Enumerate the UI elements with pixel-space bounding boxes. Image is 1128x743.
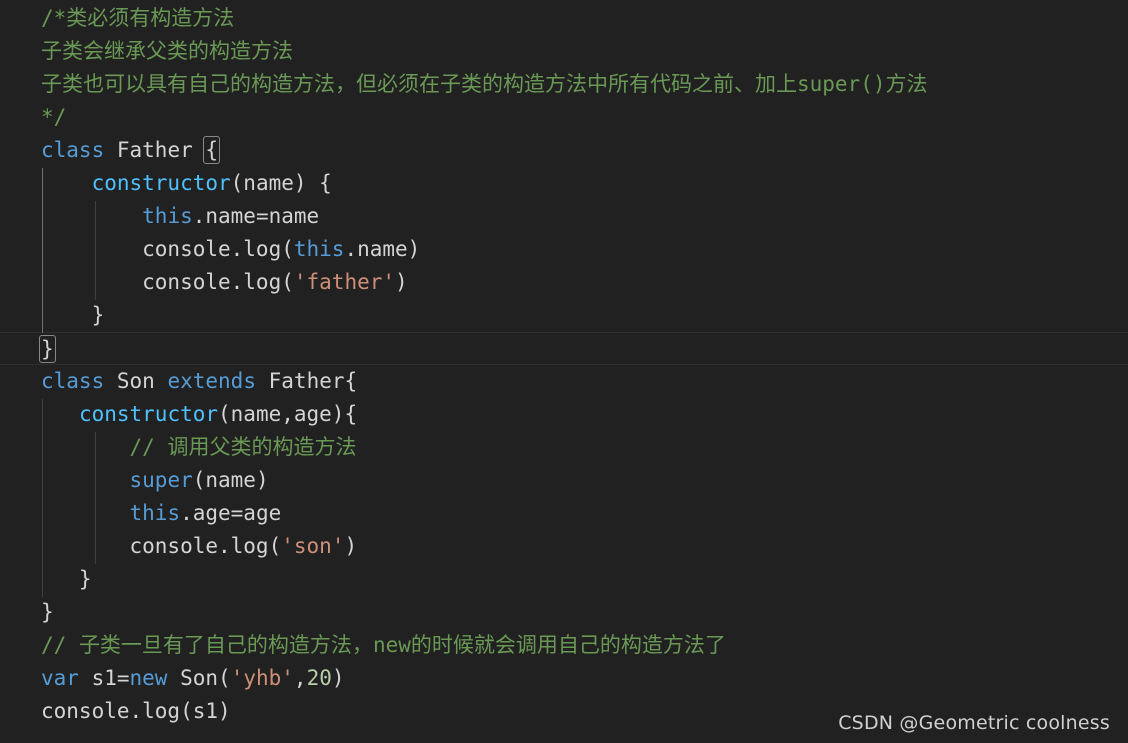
- code-line[interactable]: // 调用父类的构造方法: [0, 431, 1128, 464]
- csdn-watermark: CSDN @Geometric coolness: [838, 712, 1110, 734]
- code-line[interactable]: console.log('father'): [0, 266, 1128, 299]
- code-line[interactable]: super(name): [0, 464, 1128, 497]
- code-token-plain: ): [331, 666, 345, 690]
- code-token-plain: console.log(: [41, 237, 294, 261]
- code-token-plain: (name) {: [230, 171, 332, 195]
- code-token-comment: 类必须有构造方法: [66, 6, 235, 30]
- code-token-comment: super(): [797, 72, 886, 96]
- code-token-keyword: class: [41, 138, 105, 162]
- code-token-string: 'yhb': [230, 666, 294, 690]
- code-token-plain: (name): [192, 468, 269, 492]
- code-token-keyword: class: [41, 369, 105, 393]
- code-token-function: constructor: [78, 402, 219, 426]
- code-line[interactable]: 子类也可以具有自己的构造方法，但必须在子类的构造方法中所有代码之前、加上supe…: [0, 68, 1128, 101]
- code-token-comment: //: [41, 633, 79, 657]
- code-line[interactable]: class Son extends Father{: [0, 365, 1128, 398]
- code-token-plain: ): [344, 534, 358, 558]
- code-token-comment: //: [129, 435, 168, 459]
- code-token-plain: (: [218, 666, 231, 690]
- code-token-comment: 调用父类的构造方法: [167, 435, 357, 459]
- code-line[interactable]: class Father {: [0, 134, 1128, 167]
- code-lines-container[interactable]: /*类必须有构造方法子类会继承父类的构造方法子类也可以具有自己的构造方法，但必须…: [0, 2, 1128, 728]
- code-token-plain: console.log(s1): [41, 699, 231, 723]
- code-token-plain: s1=: [78, 666, 130, 690]
- code-token-comment: /*: [41, 6, 67, 30]
- code-line[interactable]: console.log(this.name): [0, 233, 1128, 266]
- code-line[interactable]: console.log('son'): [0, 530, 1128, 563]
- code-token-comment: 子类会继承父类的构造方法: [41, 39, 293, 63]
- code-token-plain: }: [41, 600, 54, 624]
- code-token-string: 'son': [281, 534, 345, 558]
- code-line[interactable]: constructor(name,age){: [0, 398, 1128, 431]
- code-line[interactable]: }: [0, 332, 1128, 365]
- code-editor[interactable]: /*类必须有构造方法子类会继承父类的构造方法子类也可以具有自己的构造方法，但必须…: [0, 0, 1128, 743]
- code-token-keyword: extends: [167, 369, 256, 393]
- code-token-this: this: [293, 237, 345, 261]
- code-line[interactable]: this.age=age: [0, 497, 1128, 530]
- code-token-plain: .age=age: [180, 501, 282, 525]
- code-token-comment: 方法: [885, 72, 928, 96]
- code-line[interactable]: this.name=name: [0, 200, 1128, 233]
- code-line[interactable]: var s1=new Son('yhb',20): [0, 662, 1128, 695]
- code-token-number: 20: [306, 666, 332, 690]
- code-line[interactable]: }: [0, 596, 1128, 629]
- code-token-plain: }: [41, 303, 105, 327]
- code-token-type: Father: [116, 138, 193, 162]
- code-line[interactable]: */: [0, 101, 1128, 134]
- code-token-string: 'father': [293, 270, 396, 294]
- code-token-this: super: [129, 468, 193, 492]
- code-line[interactable]: }: [0, 299, 1128, 332]
- code-token-plain: }: [41, 567, 92, 591]
- code-token-keyword: new: [129, 666, 168, 690]
- code-token-type: Son: [116, 369, 155, 393]
- code-token-type: Son: [180, 666, 219, 690]
- code-line[interactable]: }: [0, 563, 1128, 596]
- code-line[interactable]: 子类会继承父类的构造方法: [0, 35, 1128, 68]
- code-line[interactable]: constructor(name) {: [0, 167, 1128, 200]
- code-token-plain: (name,age){: [218, 402, 358, 426]
- code-token-plain: .name): [344, 237, 421, 261]
- code-token-plain: ): [395, 270, 408, 294]
- code-token-comment: 子类也可以具有自己的构造方法，但必须在子类的构造方法中所有代码之前、加上: [41, 72, 797, 96]
- code-token-plain: console.log(: [41, 534, 282, 558]
- code-token-this: this: [129, 501, 181, 525]
- code-token-keyword: var: [41, 666, 79, 690]
- code-token-comment: */: [41, 105, 67, 129]
- code-token-comment: new: [372, 633, 411, 657]
- code-token-plain: .name=name: [192, 204, 320, 228]
- code-token-function: constructor: [91, 171, 231, 195]
- bracket-match: {: [203, 136, 220, 164]
- bracket-match: }: [39, 335, 56, 363]
- code-line[interactable]: /*类必须有构造方法: [0, 2, 1128, 35]
- code-token-plain: ,: [293, 666, 307, 690]
- code-line[interactable]: // 子类一旦有了自己的构造方法，new的时候就会调用自己的构造方法了: [0, 629, 1128, 662]
- code-token-plain: console.log(: [41, 270, 294, 294]
- code-token-type: Father: [268, 369, 345, 393]
- code-token-plain: {: [344, 369, 358, 393]
- code-token-comment: 子类一旦有了自己的构造方法，: [78, 633, 373, 657]
- code-token-this: this: [142, 204, 193, 228]
- code-token-comment: 的时候就会调用自己的构造方法了: [410, 633, 726, 657]
